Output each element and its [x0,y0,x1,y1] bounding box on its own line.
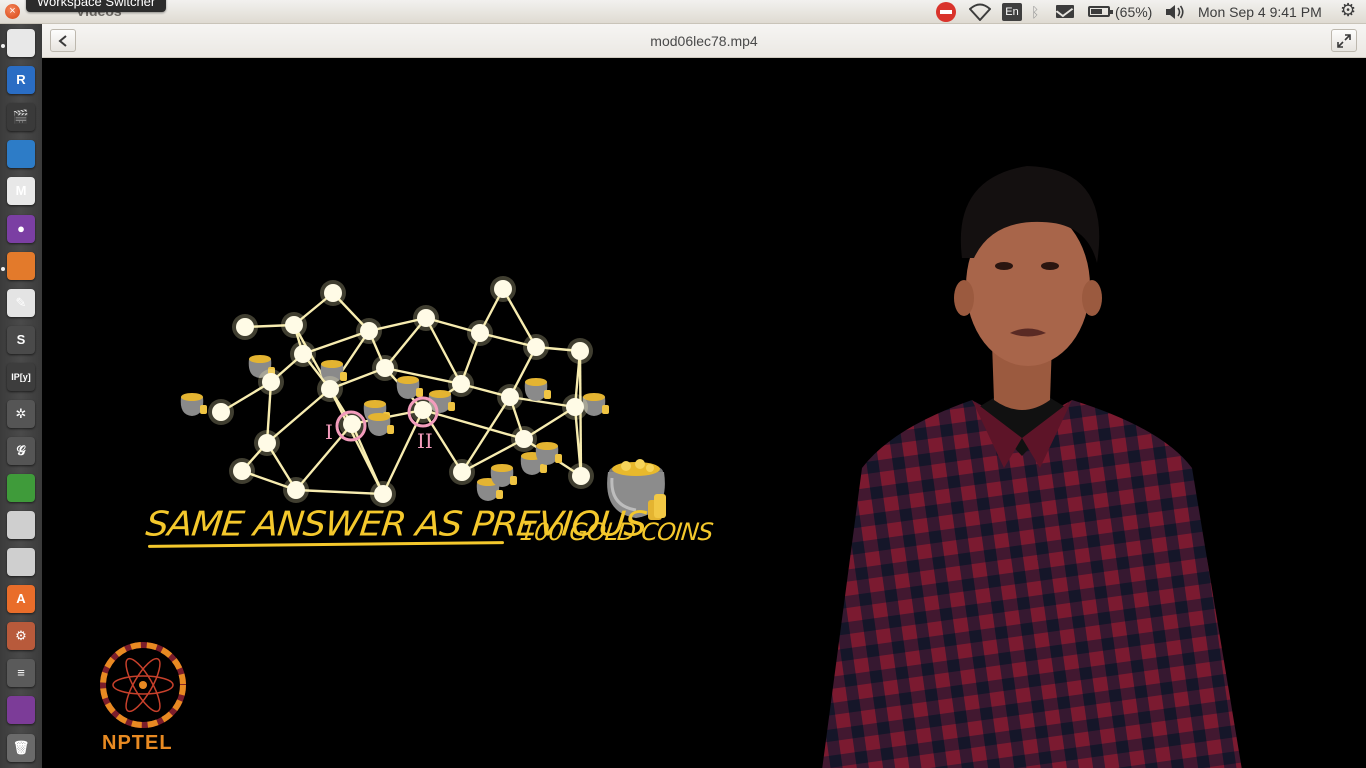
graph-node [494,280,512,298]
graph-node [212,403,230,421]
launcher-geogebra-icon[interactable]: 𝒢 [7,437,35,465]
workspace-switcher-tooltip: Workspace Switcher [26,0,167,12]
launcher-screencast-icon[interactable]: ● [7,215,35,243]
graph-node [321,380,339,398]
fullscreen-button[interactable] [1331,29,1357,52]
graph-node [515,430,533,448]
clock[interactable]: Mon Sep 4 9:41 PM [1198,3,1322,21]
wifi-icon[interactable] [969,3,991,21]
launcher-video-player-icon[interactable]: 🎬 [7,103,35,131]
launcher-ipython-icon[interactable]: IP[y] [7,363,35,391]
fullscreen-icon [1337,34,1351,48]
graph-node [571,342,589,360]
launcher-r-icon[interactable]: R [7,66,35,94]
bluetooth-icon[interactable]: ᛒ [1031,3,1039,21]
node-label-two: II [417,429,433,453]
top-panel: × Videos Workspace Switcher En ᛒ (65%) M… [0,0,1366,24]
video-frame[interactable]: I II SAME ANSWER AS PREVIOUS 100 GOLD CO… [42,58,1366,768]
launcher-gmail-icon[interactable]: M [7,177,35,205]
graph-node [285,316,303,334]
graph-node [572,467,590,485]
graph-node [527,338,545,356]
graph-edge [295,488,384,496]
graph-edge [460,396,512,473]
session-gear-icon[interactable]: ⚙ [1340,1,1356,19]
video-title: mod06lec78.mp4 [650,33,758,49]
gold-pot-icon [490,464,517,487]
graph-node [324,284,342,302]
nptel-logo-icon [100,642,186,728]
graph-node [376,359,394,377]
mail-icon[interactable] [1056,5,1074,18]
gold-pot-icon [535,442,562,465]
launcher-terminal-icon[interactable]: ≡ [7,659,35,687]
nptel-logo-text: NPTEL [102,732,173,754]
graph-node [501,388,519,406]
graph-node [417,309,435,327]
launcher-writer-document-icon[interactable] [7,140,35,168]
graph-node [343,415,361,433]
graph-node [287,481,305,499]
graph-node [294,345,312,363]
graph-node [374,485,392,503]
gold-pot-icon [180,393,207,416]
presenter-figure [822,166,1242,768]
video-header-bar: mod06lec78.mp4 [42,24,1366,58]
launcher-settings-cog-icon[interactable]: ✲ [7,400,35,428]
graph-node [258,434,276,452]
caption-gold-coins: 100 GOLD COINS [518,518,714,546]
graph-node [233,462,251,480]
launcher-text-editor-icon[interactable]: ✎ [7,289,35,317]
graph-node [262,373,280,391]
graph-node [471,324,489,342]
graph-node [414,401,432,419]
graph-node [236,318,254,336]
keyboard-language-indicator[interactable]: En [1002,3,1022,21]
close-window-button[interactable]: × [5,4,20,19]
running-app-pip [1,44,5,48]
volume-icon[interactable] [1164,3,1186,21]
graph-node [360,322,378,340]
battery-percentage[interactable]: (65%) [1115,3,1152,21]
launcher-drive-icon[interactable] [7,511,35,539]
launcher-workspace-switcher-icon[interactable] [7,696,35,724]
graph-node [566,398,584,416]
battery-icon[interactable] [1088,6,1113,17]
gold-pot-icon [396,376,423,399]
launcher-sublime-text-icon[interactable]: S [7,326,35,354]
launcher: R 🎬 M ● ✎ S IP[y] ✲ 𝒢 A ⚙ ≡ 🗑 [0,24,43,768]
graph-node [453,463,471,481]
launcher-impress-icon[interactable] [7,252,35,280]
launcher-trash-icon[interactable]: 🗑 [7,734,35,762]
graph-node [452,375,470,393]
graph-diagram: I II [180,276,666,520]
launcher-evince-icon[interactable] [7,29,35,57]
do-not-disturb-icon[interactable] [936,2,956,22]
launcher-software-center-icon[interactable]: A [7,585,35,613]
node-label-one: I [325,420,333,444]
launcher-drive2-icon[interactable] [7,548,35,576]
launcher-system-settings-icon[interactable]: ⚙ [7,622,35,650]
launcher-calc-spreadsheet-icon[interactable] [7,474,35,502]
running-app-pip [1,267,5,271]
gold-pot-icon [524,378,551,401]
